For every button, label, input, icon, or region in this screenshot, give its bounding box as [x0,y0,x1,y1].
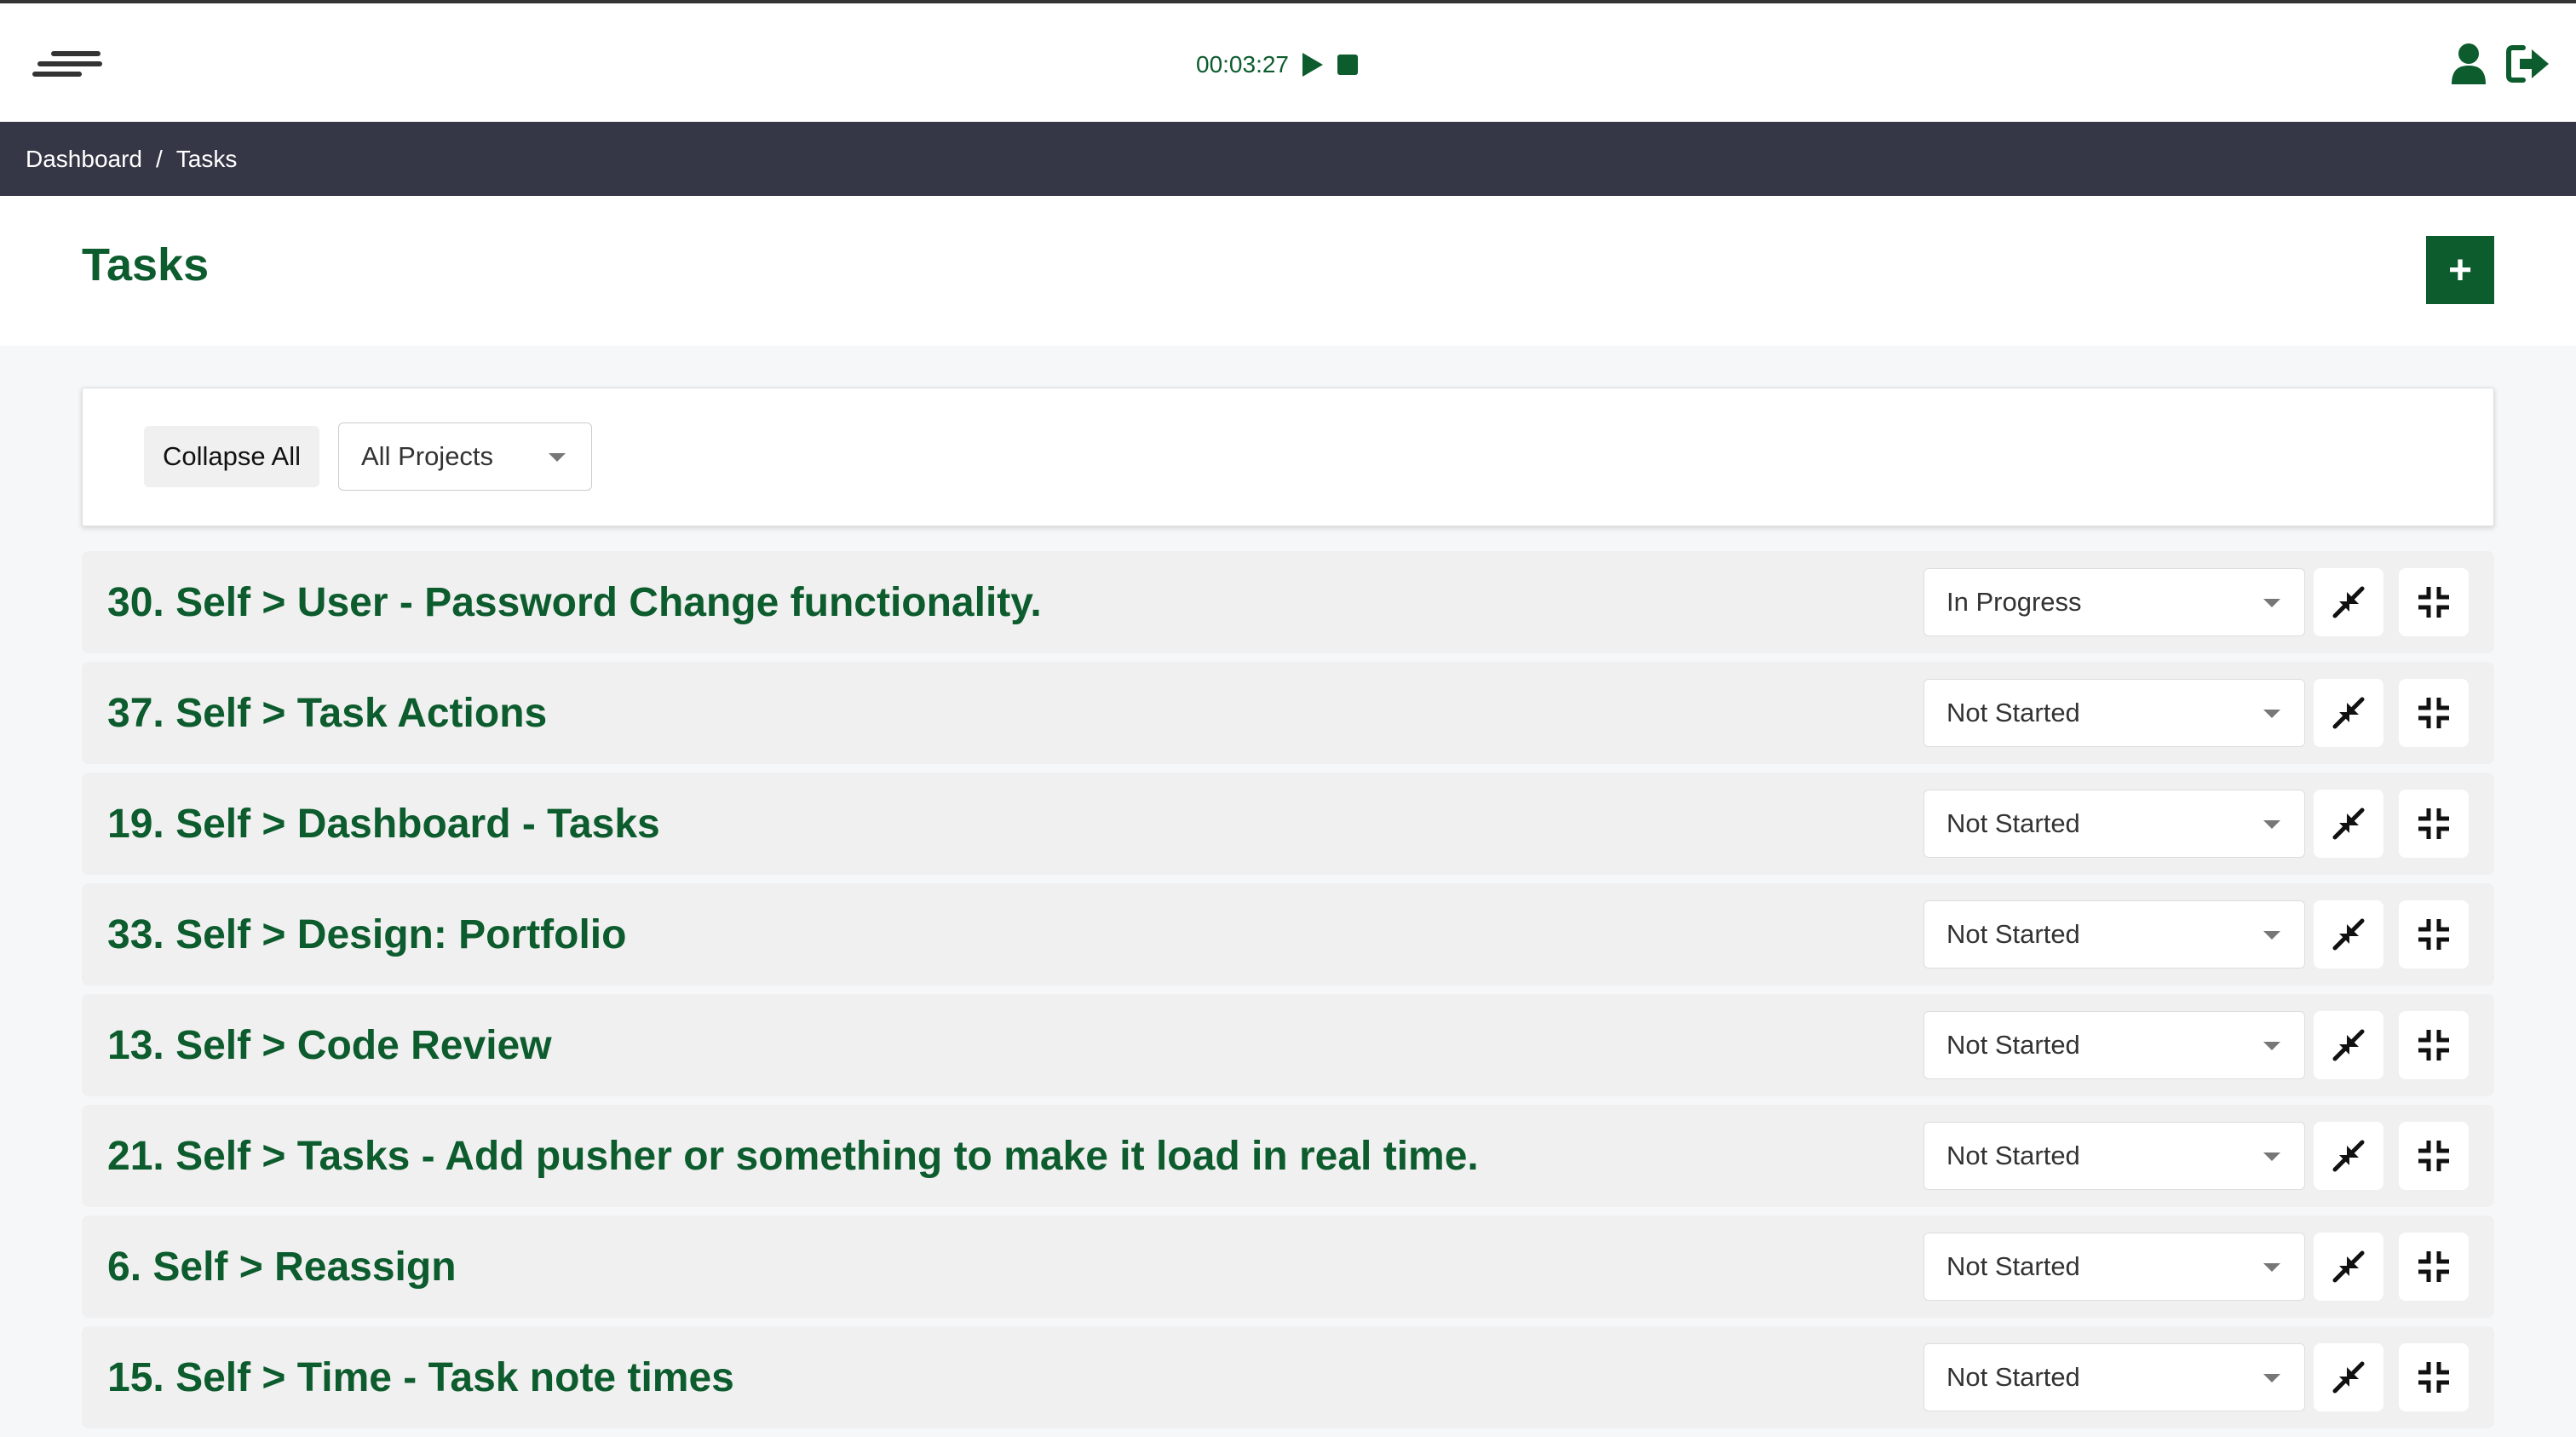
status-value: Not Started [1946,698,2080,727]
filter-card: Collapse All All Projects [82,388,2494,526]
collapse-icon [2418,808,2449,839]
task-title[interactable]: 37. Self > Task Actions [107,662,547,764]
status-select[interactable]: Not Started [1923,1233,2305,1301]
sign-out-icon[interactable] [2506,44,2550,83]
task-title[interactable]: 13. Self > Code Review [107,994,552,1096]
status-select[interactable]: Not Started [1923,900,2305,969]
status-select[interactable]: Not Started [1923,1343,2305,1411]
minimize-button[interactable] [2314,679,2383,747]
user-icon[interactable] [2450,43,2487,85]
collapse-button[interactable] [2399,1343,2469,1411]
task-row: 6. Self > Reassign Not Started [82,1216,2494,1318]
task-title[interactable]: 15. Self > Time - Task note times [107,1326,734,1428]
status-value: Not Started [1946,1251,2080,1281]
compress-arrows-icon [2332,1140,2365,1172]
status-select[interactable]: Not Started [1923,679,2305,747]
minimize-button[interactable] [2314,1233,2383,1301]
compress-arrows-icon [2332,1361,2365,1394]
chevron-down-icon [2263,1042,2280,1050]
task-title[interactable]: 30. Self > User - Password Change functi… [107,551,1042,653]
breadcrumb-separator: / [155,145,163,172]
task-title[interactable]: 19. Self > Dashboard - Tasks [107,773,660,875]
timer-display: 00:03:27 [1196,51,1289,78]
chevron-down-icon [2263,599,2280,607]
chevron-down-icon [2263,1374,2280,1382]
chevron-down-icon [2263,1263,2280,1272]
timer: 00:03:27 [1196,48,1359,82]
status-value: Not Started [1946,808,2080,838]
task-title[interactable]: 33. Self > Design: Portfolio [107,883,626,986]
collapse-button[interactable] [2399,900,2469,969]
status-value: Not Started [1946,1030,2080,1060]
chevron-down-icon [2263,931,2280,940]
hamburger-menu-icon[interactable] [32,48,104,82]
task-row: 30. Self > User - Password Change functi… [82,551,2494,653]
status-value: Not Started [1946,1362,2080,1392]
chevron-down-icon [549,453,566,462]
stop-icon[interactable] [1337,54,1359,76]
task-row: 15. Self > Time - Task note times Not St… [82,1326,2494,1428]
minimize-button[interactable] [2314,1011,2383,1079]
status-select[interactable]: Not Started [1923,790,2305,858]
task-row: 37. Self > Task Actions Not Started [82,662,2494,764]
collapse-icon [2418,919,2449,950]
collapse-button[interactable] [2399,1122,2469,1190]
status-value: Not Started [1946,919,2080,949]
task-row: 21. Self > Tasks - Add pusher or somethi… [82,1105,2494,1207]
task-list: 30. Self > User - Password Change functi… [82,551,2494,1437]
breadcrumb-dashboard[interactable]: Dashboard [26,146,142,173]
page-header: Tasks + [0,196,2576,346]
compress-arrows-icon [2332,586,2365,618]
status-select[interactable]: In Progress [1923,568,2305,636]
compress-arrows-icon [2332,697,2365,729]
collapse-all-button[interactable]: Collapse All [144,426,319,487]
compress-arrows-icon [2332,918,2365,951]
task-row: 33. Self > Design: Portfolio Not Started [82,883,2494,986]
collapse-icon [2418,1251,2449,1282]
collapse-icon [2418,587,2449,618]
chevron-down-icon [2263,710,2280,718]
collapse-icon [2418,698,2449,728]
add-task-button[interactable]: + [2426,236,2494,304]
minimize-button[interactable] [2314,790,2383,858]
compress-arrows-icon [2332,1029,2365,1061]
project-select-value: All Projects [361,441,494,471]
user-actions [2450,43,2550,85]
task-row: 13. Self > Code Review Not Started [82,994,2494,1096]
chevron-down-icon [2263,820,2280,829]
top-navbar: 00:03:27 [0,0,2576,122]
collapse-icon [2418,1362,2449,1393]
collapse-button[interactable] [2399,790,2469,858]
collapse-button[interactable] [2399,1011,2469,1079]
task-title[interactable]: 21. Self > Tasks - Add pusher or somethi… [107,1105,1479,1207]
status-select[interactable]: Not Started [1923,1011,2305,1079]
play-icon[interactable] [1301,51,1325,78]
collapse-button[interactable] [2399,568,2469,636]
collapse-icon [2418,1030,2449,1061]
minimize-button[interactable] [2314,1343,2383,1411]
minimize-button[interactable] [2314,568,2383,636]
task-row: 19. Self > Dashboard - Tasks Not Started [82,773,2494,875]
minimize-button[interactable] [2314,1122,2383,1190]
compress-arrows-icon [2332,1250,2365,1283]
task-title[interactable]: 6. Self > Reassign [107,1216,457,1318]
collapse-button[interactable] [2399,679,2469,747]
collapse-icon [2418,1141,2449,1171]
chevron-down-icon [2263,1152,2280,1161]
status-select[interactable]: Not Started [1923,1122,2305,1190]
breadcrumb: Dashboard / Tasks [0,122,2576,196]
status-value: Not Started [1946,1141,2080,1170]
minimize-button[interactable] [2314,900,2383,969]
compress-arrows-icon [2332,808,2365,840]
collapse-button[interactable] [2399,1233,2469,1301]
project-select[interactable]: All Projects [338,422,592,491]
status-value: In Progress [1946,587,2082,617]
page-title: Tasks [82,239,210,290]
breadcrumb-tasks[interactable]: Tasks [176,146,238,173]
